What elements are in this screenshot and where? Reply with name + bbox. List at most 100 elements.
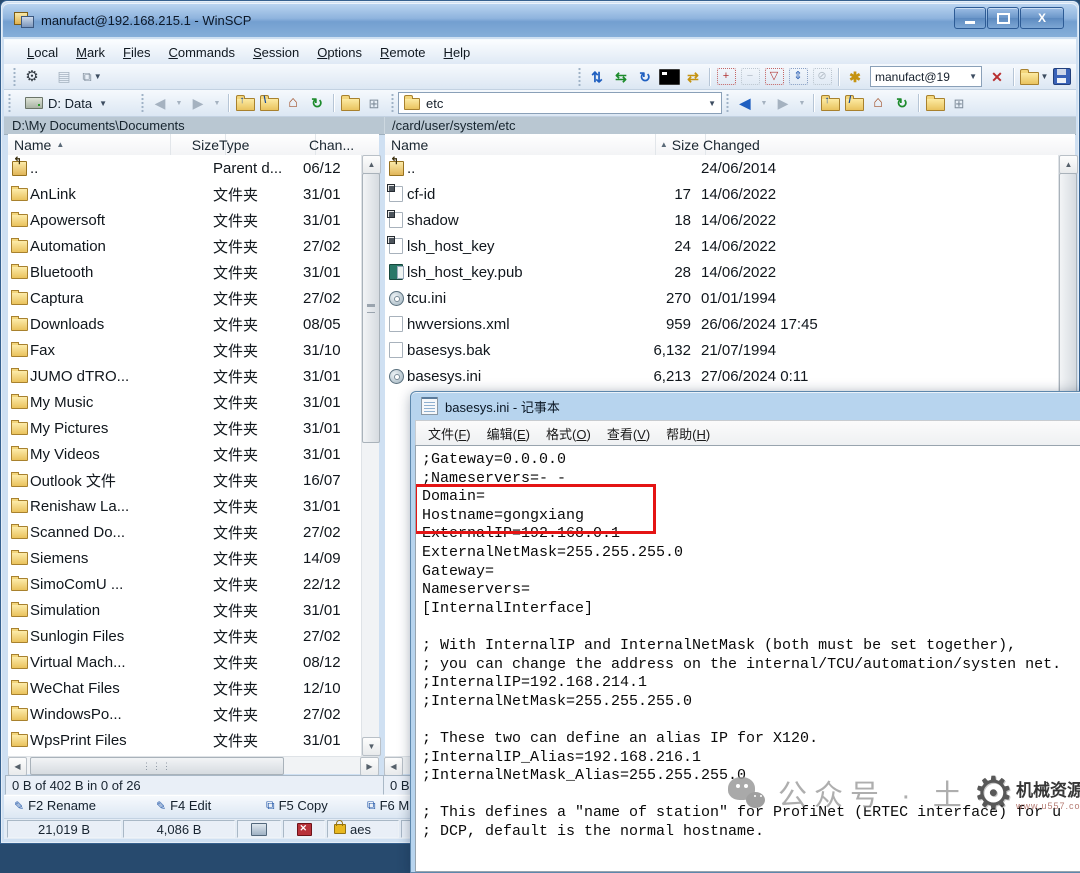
drive-combo[interactable]: D: Data ▼ — [19, 92, 137, 115]
tree-icon[interactable]: ⊞ — [363, 93, 385, 113]
file-row[interactable]: Bluetooth文件夹31/01 — [8, 259, 361, 285]
new-session-icon[interactable]: ✱ — [844, 67, 866, 87]
back-icon[interactable]: ◀ — [149, 93, 171, 113]
save-icon[interactable] — [1051, 67, 1073, 87]
reload-icon[interactable]: ↻ — [634, 67, 656, 87]
refresh-icon[interactable]: ↻ — [306, 93, 328, 113]
tree-icon[interactable]: ⊞ — [948, 93, 970, 113]
toolbar-grip[interactable] — [7, 94, 12, 112]
back-history-icon[interactable]: ▼ — [758, 93, 770, 113]
console-icon[interactable] — [658, 67, 680, 87]
refresh-icon[interactable]: ↻ — [891, 93, 913, 113]
menu-item-help[interactable]: Help — [435, 43, 480, 62]
root-directory-icon[interactable]: / — [843, 93, 865, 113]
queue-icon[interactable]: ▤ — [53, 66, 75, 86]
file-row[interactable]: SimoComU ...文件夹22/12 — [8, 571, 361, 597]
file-row[interactable]: Scanned Do...文件夹27/02 — [8, 519, 361, 545]
open-folder-icon[interactable] — [339, 93, 361, 113]
scroll-right-icon[interactable]: ▶ — [360, 757, 379, 776]
menu-item-mark[interactable]: Mark — [67, 43, 114, 62]
f2-rename-button[interactable]: ✎F2 Rename — [14, 798, 96, 813]
notepad-menu-item[interactable]: 编辑(E) — [479, 422, 538, 445]
file-row[interactable]: lsh_host_key2414/06/2022 — [385, 233, 1060, 259]
notepad-menu-item[interactable]: 帮助(H) — [658, 422, 718, 445]
scrollbar-thumb[interactable]: ⋮⋮⋮ — [30, 757, 284, 775]
console-status-cell[interactable] — [237, 820, 281, 838]
f6-move-button[interactable]: ⧉F6 M — [367, 798, 409, 813]
file-row[interactable]: Siemens文件夹14/09 — [8, 545, 361, 571]
open-directory-icon[interactable]: ▼ — [1019, 67, 1049, 87]
file-row[interactable]: Renishaw La...文件夹31/01 — [8, 493, 361, 519]
notifications-cell[interactable] — [283, 820, 325, 838]
file-row[interactable]: Virtual Mach...文件夹08/12 — [8, 649, 361, 675]
file-row[interactable]: Fax文件夹31/10 — [8, 337, 361, 363]
file-row[interactable]: cf-id1714/06/2022 — [385, 181, 1060, 207]
notepad-text-area[interactable]: ;Gateway=0.0.0.0;Nameservers=- -Domain=H… — [415, 445, 1080, 872]
file-row[interactable]: shadow1814/06/2022 — [385, 207, 1060, 233]
column-header-changed[interactable]: Chan... — [303, 134, 391, 155]
file-row[interactable]: basesys.ini6,21327/06/2024 0:11 — [385, 363, 1060, 389]
notepad-menu-item[interactable]: 文件(F) — [420, 422, 479, 445]
menu-item-options[interactable]: Options — [308, 43, 371, 62]
toolbar-grip[interactable] — [577, 68, 582, 86]
notepad-menu-item[interactable]: 格式(O) — [538, 422, 599, 445]
back-icon[interactable]: ◀ — [734, 93, 756, 113]
f4-edit-button[interactable]: ✎F4 Edit — [156, 798, 211, 813]
file-row[interactable]: WindowsPo...文件夹27/02 — [8, 701, 361, 727]
scroll-left-icon[interactable]: ◀ — [8, 757, 27, 776]
menu-item-session[interactable]: Session — [244, 43, 308, 62]
toolbar-grip[interactable] — [140, 94, 145, 112]
file-row[interactable]: Sunlogin Files文件夹27/02 — [8, 623, 361, 649]
add-bookmark-icon[interactable]: + — [715, 67, 737, 87]
home-directory-icon[interactable]: ⌂ — [867, 93, 889, 113]
scrollbar-thumb[interactable] — [362, 173, 380, 443]
toolbar-grip[interactable] — [12, 68, 17, 86]
filter-icon[interactable]: ▽ — [763, 67, 785, 87]
scroll-left-icon[interactable]: ◀ — [384, 757, 403, 776]
file-row[interactable]: ..Parent d...06/12 — [8, 155, 361, 181]
toolbar-grip[interactable] — [725, 94, 730, 112]
file-row[interactable]: My Videos文件夹31/01 — [8, 441, 361, 467]
synchronize-browsing-icon[interactable]: ⇄ — [682, 67, 704, 87]
file-row[interactable]: Downloads文件夹08/05 — [8, 311, 361, 337]
encryption-cell[interactable]: aes — [327, 820, 399, 838]
remove-bookmark-icon[interactable]: − — [739, 67, 761, 87]
file-row[interactable]: AnLink文件夹31/01 — [8, 181, 361, 207]
file-row[interactable]: tcu.ini27001/01/1994 — [385, 285, 1060, 311]
forward-icon[interactable]: ▶ — [772, 93, 794, 113]
toolbar-grip[interactable] — [390, 94, 395, 112]
parent-directory-icon[interactable]: ↑ — [234, 93, 256, 113]
menu-item-files[interactable]: Files — [114, 43, 159, 62]
file-row[interactable]: Captura文件夹27/02 — [8, 285, 361, 311]
scroll-down-icon[interactable]: ▼ — [362, 737, 381, 756]
file-row[interactable]: hwversions.xml95926/06/2024 17:45 — [385, 311, 1060, 337]
title-bar[interactable]: manufact@192.168.215.1 - WinSCP X — [3, 3, 1077, 37]
local-horizontal-scrollbar[interactable]: ◀ ⋮⋮⋮ ▶ — [8, 756, 379, 774]
file-row[interactable]: Apowersoft文件夹31/01 — [8, 207, 361, 233]
file-row[interactable]: My Pictures文件夹31/01 — [8, 415, 361, 441]
menu-item-remote[interactable]: Remote — [371, 43, 435, 62]
forward-icon[interactable]: ▶ — [187, 93, 209, 113]
remote-dir-combo[interactable]: etc ▼ — [398, 92, 722, 114]
mirror-files-icon[interactable]: ⇆ — [610, 67, 632, 87]
scroll-up-icon[interactable]: ▲ — [1059, 155, 1078, 174]
root-directory-icon[interactable]: \ — [258, 93, 280, 113]
column-header-type[interactable]: Type — [213, 134, 316, 155]
open-folder-icon[interactable] — [924, 93, 946, 113]
column-header-changed[interactable]: Changed — [697, 134, 889, 155]
synchronize-icon[interactable]: ⇅ — [586, 67, 608, 87]
menu-item-commands[interactable]: Commands — [159, 43, 243, 62]
file-row[interactable]: My Music文件夹31/01 — [8, 389, 361, 415]
file-row[interactable]: WeChat Files文件夹12/10 — [8, 675, 361, 701]
file-row[interactable]: Outlook 文件文件夹16/07 — [8, 467, 361, 493]
home-directory-icon[interactable]: ⌂ — [282, 93, 304, 113]
back-history-icon[interactable]: ▼ — [173, 93, 185, 113]
f5-copy-button[interactable]: ⧉F5 Copy — [266, 798, 328, 813]
notepad-menu-item[interactable]: 查看(V) — [599, 422, 658, 445]
transfer-settings-icon[interactable]: ⧉▼ — [77, 67, 107, 87]
local-vertical-scrollbar[interactable]: ▲ ▼ — [361, 155, 379, 756]
file-row[interactable]: JUMO dTRO...文件夹31/01 — [8, 363, 361, 389]
maximize-button[interactable] — [987, 7, 1019, 29]
forward-history-icon[interactable]: ▼ — [796, 93, 808, 113]
null-filter-icon[interactable]: ⊘ — [811, 67, 833, 87]
